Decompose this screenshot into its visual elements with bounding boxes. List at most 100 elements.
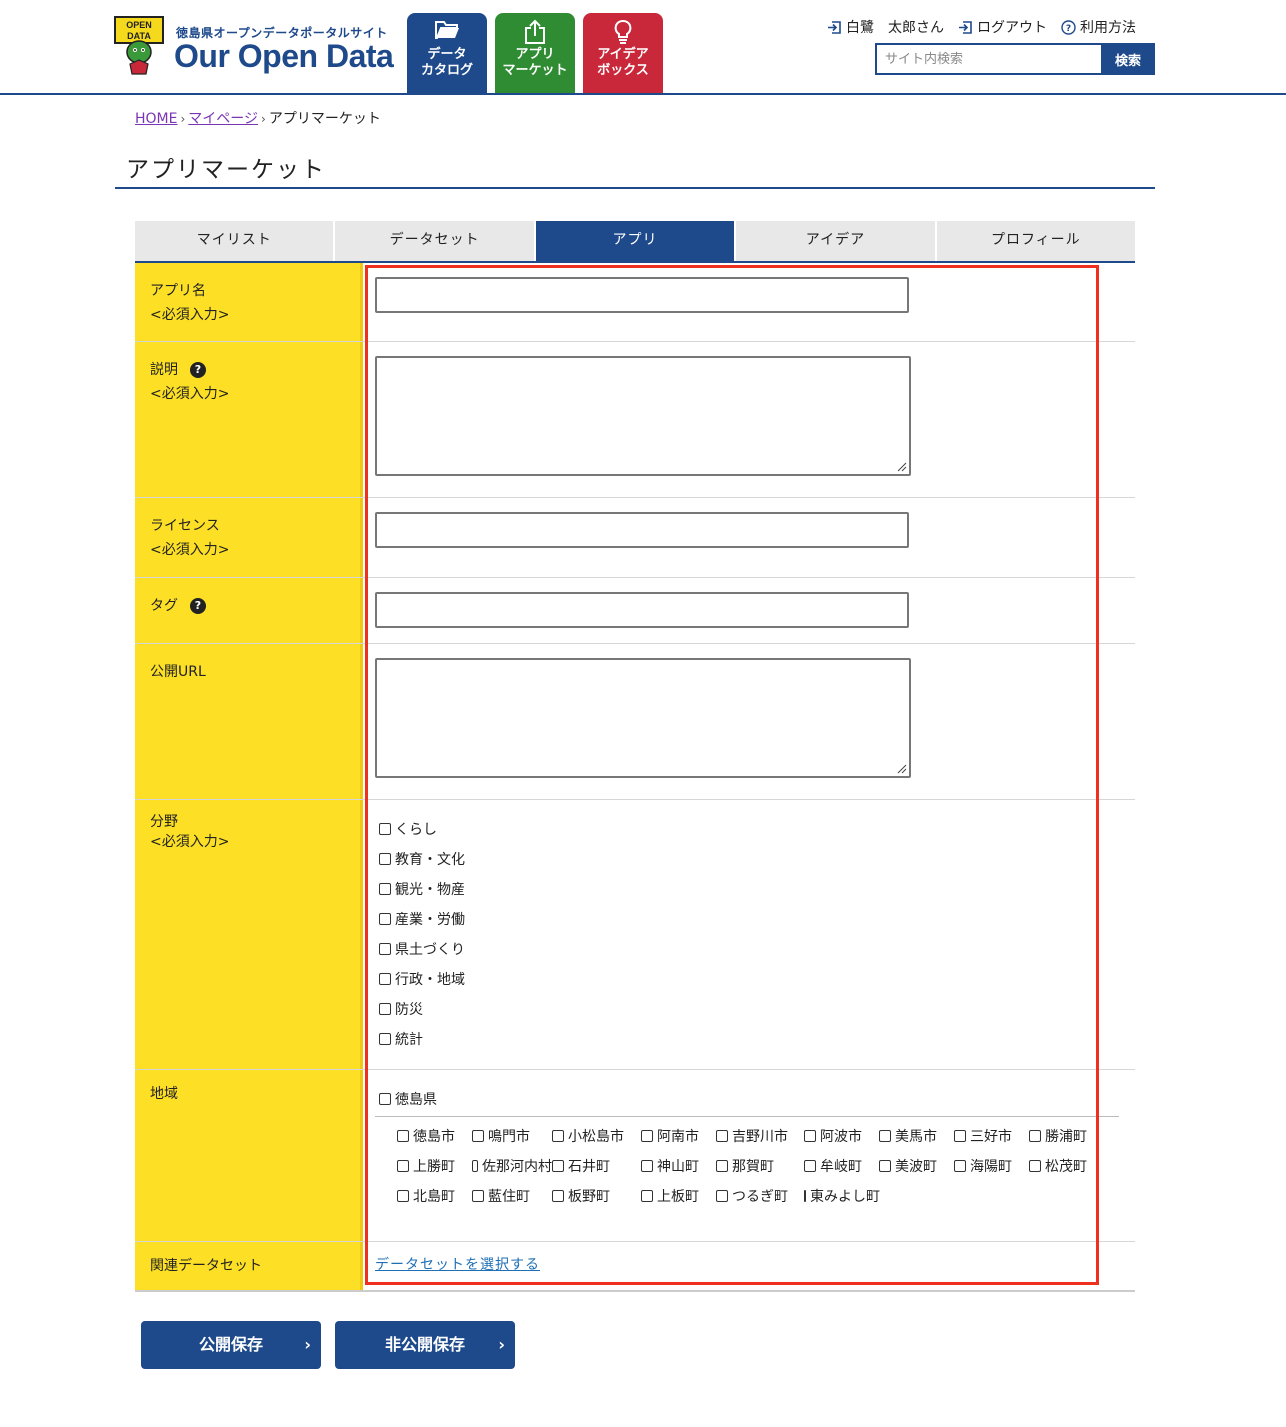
checkbox-icon[interactable] <box>954 1130 966 1142</box>
city-checkbox[interactable]: 北島町 <box>397 1181 472 1211</box>
checkbox-icon[interactable] <box>716 1130 728 1142</box>
help-icon[interactable]: ? <box>190 362 206 378</box>
nav-idea-box[interactable]: アイデア ボックス <box>583 13 663 93</box>
checkbox-icon[interactable] <box>379 823 391 835</box>
tab-profile[interactable]: プロフィール <box>936 221 1136 261</box>
checkbox-icon[interactable] <box>879 1160 891 1172</box>
tab-idea[interactable]: アイデア <box>736 221 937 261</box>
checkbox-icon[interactable] <box>397 1160 409 1172</box>
checkbox-icon[interactable] <box>472 1160 478 1172</box>
search-input[interactable] <box>875 43 1101 75</box>
category-checkbox[interactable]: 統計 <box>379 1024 1123 1054</box>
breadcrumb-home[interactable]: HOME <box>135 111 177 127</box>
checkbox-icon[interactable] <box>379 883 391 895</box>
checkbox-icon[interactable] <box>379 943 391 955</box>
checkbox-icon[interactable] <box>641 1160 653 1172</box>
city-checkbox[interactable]: 上勝町 <box>397 1151 472 1181</box>
description-textarea[interactable] <box>375 356 911 476</box>
city-checkbox[interactable]: 東みよし町 <box>804 1181 880 1211</box>
label-text: 説明 <box>150 362 178 378</box>
checkbox-icon[interactable] <box>641 1190 653 1202</box>
search-button[interactable]: 検索 <box>1101 43 1155 75</box>
category-checkbox[interactable]: 行政・地域 <box>379 964 1123 994</box>
checkbox-icon[interactable] <box>397 1190 409 1202</box>
city-checkbox[interactable]: 板野町 <box>552 1181 641 1211</box>
city-checkbox[interactable]: つるぎ町 <box>716 1181 804 1211</box>
city-checkbox[interactable]: 牟岐町 <box>804 1151 879 1181</box>
license-input[interactable] <box>375 512 909 548</box>
checkbox-icon[interactable] <box>716 1190 728 1202</box>
city-checkbox[interactable]: 三好市 <box>954 1121 1029 1151</box>
checkbox-icon[interactable] <box>716 1160 728 1172</box>
city-checkbox[interactable]: 松茂町 <box>1029 1151 1104 1181</box>
city-checkbox[interactable]: 美馬市 <box>879 1121 954 1151</box>
checkbox-icon[interactable] <box>804 1190 806 1202</box>
city-checkbox[interactable]: 神山町 <box>641 1151 716 1181</box>
checkbox-icon[interactable] <box>397 1130 409 1142</box>
resize-grip-icon[interactable] <box>895 460 907 472</box>
city-checkbox[interactable]: 吉野川市 <box>716 1121 804 1151</box>
tab-mylist[interactable]: マイリスト <box>135 221 336 261</box>
city-checkbox[interactable]: 美波町 <box>879 1151 954 1181</box>
checkbox-icon[interactable] <box>1029 1160 1041 1172</box>
tab-app[interactable]: アプリ <box>535 221 737 261</box>
category-checkbox[interactable]: 観光・物産 <box>379 874 1123 904</box>
resize-grip-icon[interactable] <box>895 762 907 774</box>
checkbox-icon[interactable] <box>879 1130 891 1142</box>
site-logo[interactable]: OPEN DATA 徳島県オープンデータポータルサイト Our Open Dat… <box>114 16 394 78</box>
tab-dataset[interactable]: データセット <box>335 221 536 261</box>
checkbox-label: 阿南市 <box>657 1129 699 1145</box>
city-checkbox[interactable]: 佐那河内村 <box>472 1151 552 1181</box>
select-dataset-link[interactable]: データセットを選択する <box>375 1257 540 1273</box>
checkbox-icon[interactable] <box>552 1130 564 1142</box>
checkbox-icon[interactable] <box>954 1160 966 1172</box>
checkbox-icon[interactable] <box>804 1130 816 1142</box>
checkbox-icon[interactable] <box>379 1003 391 1015</box>
city-checkbox[interactable]: 小松島市 <box>552 1121 641 1151</box>
nav-data-catalog[interactable]: データ カタログ <box>407 13 487 93</box>
checkbox-icon[interactable] <box>379 1033 391 1045</box>
category-checkbox[interactable]: 県土づくり <box>379 934 1123 964</box>
checkbox-label: 観光・物産 <box>395 882 465 898</box>
city-checkbox[interactable]: 那賀町 <box>716 1151 804 1181</box>
private-save-button[interactable]: 非公開保存 › <box>335 1321 515 1369</box>
checkbox-icon[interactable] <box>552 1190 564 1202</box>
prefecture-checkbox[interactable]: 徳島県 <box>379 1084 1119 1114</box>
category-checkbox[interactable]: くらし <box>379 814 1123 844</box>
checkbox-icon[interactable] <box>552 1160 564 1172</box>
city-checkbox[interactable]: 藍住町 <box>472 1181 552 1211</box>
nav-app-market[interactable]: アプリ マーケット <box>495 13 575 93</box>
category-checkbox[interactable]: 産業・労働 <box>379 904 1123 934</box>
public-save-button[interactable]: 公開保存 › <box>141 1321 321 1369</box>
checkbox-label: 三好市 <box>970 1129 1012 1145</box>
app-name-input[interactable] <box>375 277 909 313</box>
logout-link[interactable]: ログアウト <box>958 17 1047 37</box>
checkbox-icon[interactable] <box>379 1093 391 1105</box>
checkbox-icon[interactable] <box>379 913 391 925</box>
city-checkbox[interactable]: 阿波市 <box>804 1121 879 1151</box>
category-checkbox[interactable]: 教育・文化 <box>379 844 1123 874</box>
checkbox-icon[interactable] <box>641 1130 653 1142</box>
breadcrumb-mypage[interactable]: マイページ <box>188 111 258 127</box>
category-checkbox[interactable]: 防災 <box>379 994 1123 1024</box>
checkbox-icon[interactable] <box>804 1160 816 1172</box>
checkbox-icon[interactable] <box>472 1130 484 1142</box>
city-checkbox[interactable]: 勝浦町 <box>1029 1121 1104 1151</box>
city-checkbox[interactable]: 阿南市 <box>641 1121 716 1151</box>
city-checkbox[interactable]: 海陽町 <box>954 1151 1029 1181</box>
checkbox-icon[interactable] <box>472 1190 484 1202</box>
tags-input[interactable] <box>375 592 909 628</box>
city-checkbox[interactable]: 石井町 <box>552 1151 641 1181</box>
city-checkbox[interactable]: 鳴門市 <box>472 1121 552 1151</box>
checkbox-icon[interactable] <box>379 973 391 985</box>
user-name-link[interactable]: 白鷺 太郎さん <box>827 17 944 37</box>
help-icon[interactable]: ? <box>190 598 206 614</box>
checkbox-icon[interactable] <box>379 853 391 865</box>
help-link[interactable]: ? 利用方法 <box>1061 17 1136 37</box>
city-checkbox[interactable]: 徳島市 <box>397 1121 472 1151</box>
public-url-textarea[interactable] <box>375 658 911 778</box>
checkbox-label: 徳島県 <box>395 1092 437 1108</box>
city-checkbox[interactable]: 上板町 <box>641 1181 716 1211</box>
checkbox-icon[interactable] <box>1029 1130 1041 1142</box>
user-name: 白鷺 太郎さん <box>846 20 944 36</box>
